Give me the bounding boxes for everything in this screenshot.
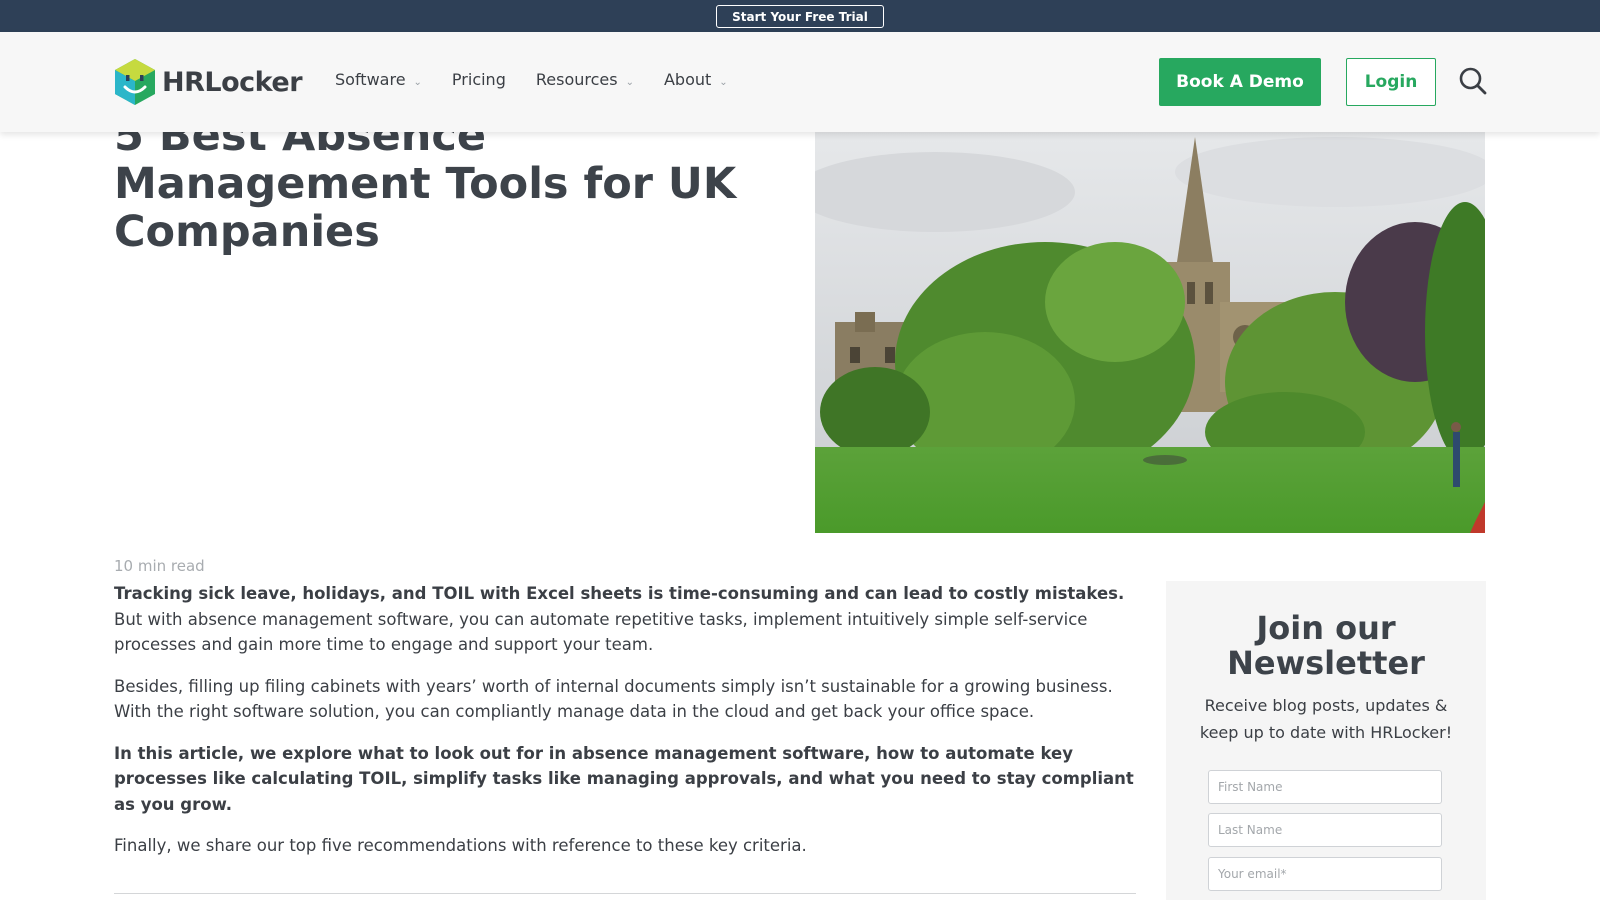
- email-field[interactable]: [1208, 857, 1442, 891]
- login-button[interactable]: Login: [1346, 58, 1436, 106]
- nav-item-label: Resources: [535, 70, 618, 89]
- divider: [114, 893, 1136, 894]
- nav-item-about[interactable]: About ⌄: [664, 70, 728, 89]
- announcement-bar: Start Your Free Trial: [0, 0, 1600, 32]
- article-intro-bold: In this article, we explore what to look…: [114, 743, 1134, 814]
- page-title: 5 Best Absence Management Tools for UK C…: [114, 111, 737, 257]
- hero-image: [815, 132, 1485, 533]
- read-time: 10 min read: [114, 557, 205, 575]
- chevron-down-icon: ⌄: [625, 77, 634, 88]
- article-paragraph: In this article, we explore what to look…: [114, 741, 1136, 818]
- chevron-down-icon: ⌄: [719, 77, 728, 88]
- article-paragraph: Tracking sick leave, holidays, and TOIL …: [114, 581, 1136, 658]
- logo-text: HRLocker: [162, 66, 303, 98]
- book-demo-button[interactable]: Book A Demo: [1159, 58, 1321, 106]
- start-free-trial-button[interactable]: Start Your Free Trial: [716, 5, 884, 28]
- article-lead-rest: But with absence management software, yo…: [114, 609, 1088, 655]
- first-name-field[interactable]: [1208, 770, 1442, 804]
- article-paragraph: Besides, filling up filing cabinets with…: [114, 676, 1113, 722]
- nav-item-label: Software: [335, 70, 406, 89]
- chevron-down-icon: ⌄: [413, 77, 422, 88]
- search-icon[interactable]: [1458, 66, 1488, 96]
- article-lead-bold: Tracking sick leave, holidays, and TOIL …: [114, 584, 1125, 603]
- nav-item-software[interactable]: Software ⌄: [335, 70, 422, 89]
- nav-item-pricing[interactable]: Pricing: [452, 70, 506, 89]
- article-paragraph: Finally, we share our top five recommend…: [114, 836, 807, 855]
- newsletter-title: Join our Newsletter: [1227, 609, 1425, 682]
- article-body: Tracking sick leave, holidays, and TOIL …: [114, 581, 1136, 875]
- newsletter-subtitle: Receive blog posts, updates & keep up to…: [1199, 696, 1453, 742]
- nav-item-label: Pricing: [451, 70, 506, 89]
- hrlocker-logo-icon: [115, 59, 155, 105]
- site-header: HRLocker Software ⌄ Pricing Resources ⌄ …: [0, 32, 1600, 132]
- logo[interactable]: HRLocker: [114, 58, 303, 106]
- nav-item-resources[interactable]: Resources ⌄: [536, 70, 634, 89]
- nav-item-label: About: [663, 70, 712, 89]
- last-name-field[interactable]: [1208, 813, 1442, 847]
- main-nav: Software ⌄ Pricing Resources ⌄ About ⌄: [335, 70, 758, 89]
- newsletter-panel: Join our Newsletter Receive blog posts, …: [1166, 581, 1486, 900]
